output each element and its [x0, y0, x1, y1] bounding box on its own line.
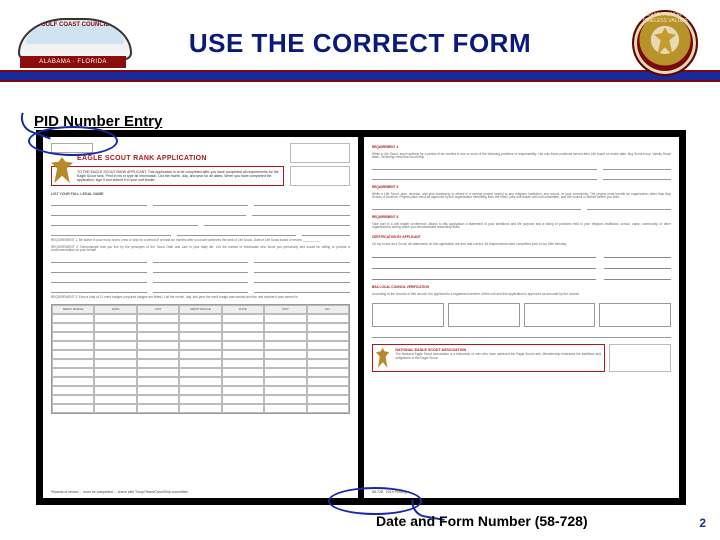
form-number-label: Date and Form Number (58-728) [376, 513, 588, 529]
form-page-2: REQUIREMENT 4 While a Life Scout, serve … [364, 137, 679, 498]
council-sig-box [372, 303, 444, 327]
patch-left-band: ALABAMA · FLORIDA [20, 56, 126, 68]
slide-number: 2 [699, 516, 706, 530]
header-divider [0, 70, 720, 82]
patch-left-label: GULF COAST COUNCIL [20, 22, 130, 28]
barcode-box [609, 344, 671, 372]
form-preview-container: EAGLE SCOUT RANK APPLICATION TO THE EAGL… [36, 130, 686, 505]
pid-entry-label: PID Number Entry [34, 113, 162, 130]
council-patch-left: GULF COAST COUNCIL ALABAMA · FLORIDA [18, 18, 128, 70]
eagle-crest-icon [376, 348, 389, 368]
honor-patch-right: ON MY HONOR · TIMELESS VALUES [632, 10, 698, 76]
requirement-text: While a Life Scout, plan, develop, and g… [372, 193, 671, 200]
requirement-text: REQUIREMENT 3. Earn a total of 21 merit … [51, 296, 350, 300]
merit-badge-grid: MERIT BADGE DATE UNIT MERIT BADGE DATE U… [51, 304, 350, 414]
bsa-action-text: According to the records of this council… [372, 293, 671, 297]
council-stamp-box-2 [290, 166, 350, 186]
cert-heading: CERTIFICATION BY APPLICANT [372, 236, 671, 240]
req4-heading: REQUIREMENT 4 [372, 146, 671, 150]
requirement-text: Take part in a unit leader conference. A… [372, 223, 671, 230]
bsa-action-heading: BSA LOCAL COUNCIL VERIFICATION [372, 286, 671, 290]
pid-box [51, 143, 93, 153]
req6-heading: REQUIREMENT 6 [372, 216, 671, 220]
patch-right-ring: ON MY HONOR · TIMELESS VALUES [634, 12, 696, 74]
applicant-instructions: TO THE EAGLE SCOUT RANK APPLICANT. This … [51, 166, 284, 186]
requirement-text: REQUIREMENT 1. Be active in your troop, … [51, 239, 350, 243]
council-sig-box [524, 303, 596, 327]
req5-heading: REQUIREMENT 5 [372, 186, 671, 190]
council-sig-box [599, 303, 671, 327]
requirement-text: While a Life Scout, serve actively for a… [372, 153, 671, 160]
form-heading: EAGLE SCOUT RANK APPLICATION [51, 155, 284, 163]
form-page-1: EAGLE SCOUT RANK APPLICATION TO THE EAGL… [43, 137, 358, 498]
name-section-label: LIST YOUR FULL LEGAL NAME [51, 192, 350, 196]
council-sig-box [448, 303, 520, 327]
page1-footnote: *Boards of review ... must be completed … [51, 490, 189, 494]
nesa-box: NATIONAL EAGLE SCOUT ASSOCIATION The Nat… [372, 344, 605, 372]
council-stamp-box [290, 143, 350, 163]
page2-footer: 58-728 2019 Printing [372, 490, 406, 494]
signature-lines [372, 252, 671, 280]
cert-text: On my honor as a Scout, all statements o… [372, 243, 671, 247]
requirement-text: REQUIREMENT 2. Demonstrate that you live… [51, 246, 350, 253]
